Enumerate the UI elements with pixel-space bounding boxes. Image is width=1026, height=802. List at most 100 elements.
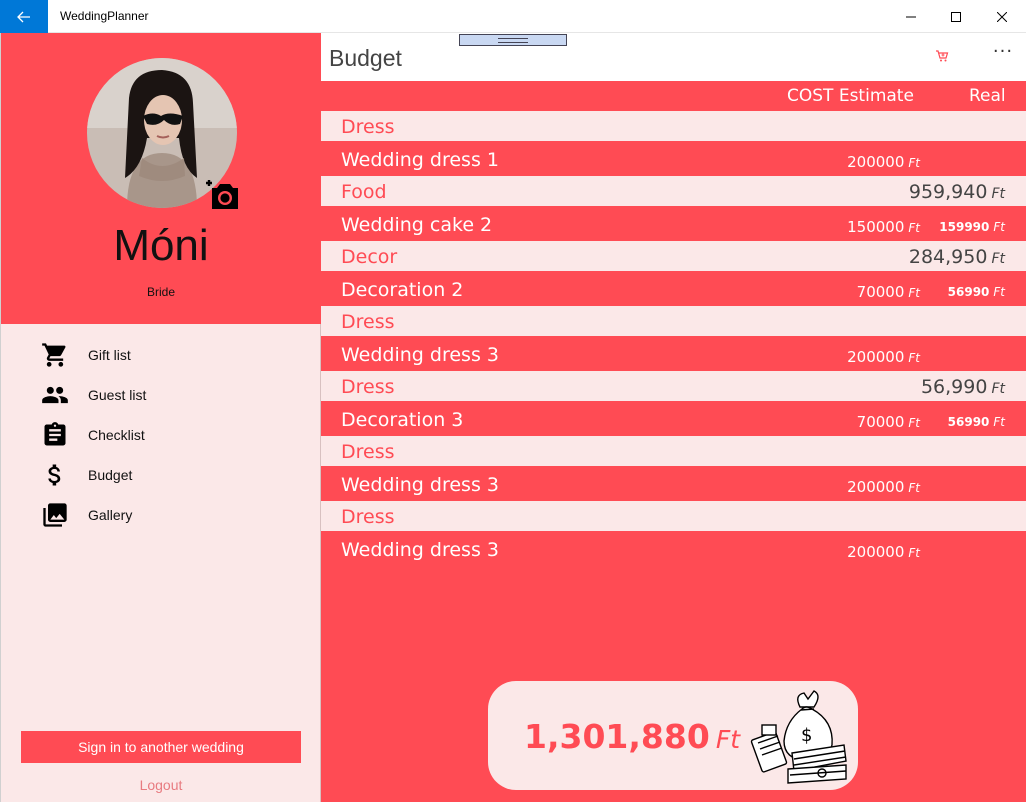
currency-label: Ft	[908, 286, 920, 300]
people-icon	[42, 386, 68, 404]
cost-estimate-value: 200000	[847, 478, 905, 496]
currency-label: Ft	[908, 546, 920, 560]
budget-item-row[interactable]: Wedding dress 3 200000 Ft	[321, 466, 1026, 501]
category-name: Dress	[341, 506, 395, 528]
nav-menu: Gift list Guest list Checklist Budget Ga…	[1, 335, 321, 535]
drag-handle[interactable]	[459, 34, 567, 46]
total-value: 1,301,880	[524, 717, 710, 756]
item-name: Wedding dress 1	[341, 149, 499, 171]
nav-item-gift-list[interactable]: Gift list	[1, 335, 321, 375]
real-cost: 56990 Ft	[948, 285, 1005, 299]
category-total-value: 959,940	[908, 181, 988, 203]
total-summary-card: 1,301,880 Ft $	[488, 681, 858, 790]
currency-label: Ft	[908, 481, 920, 495]
nav-item-checklist[interactable]: Checklist	[1, 415, 321, 455]
category-total-value: 284,950	[908, 246, 988, 268]
budget-item-row[interactable]: Wedding dress 3 200000 Ft	[321, 531, 1026, 566]
real-cost-value: 56990	[947, 415, 990, 429]
nav-item-gallery[interactable]: Gallery	[1, 495, 321, 535]
item-name: Wedding dress 3	[341, 474, 499, 496]
cost-estimate: 70000 Ft	[857, 413, 920, 431]
category-name: Food	[341, 181, 387, 203]
category-name: Decor	[341, 246, 398, 268]
currency-label: Ft	[908, 416, 920, 430]
budget-item-row[interactable]: Decoration 2 70000 Ft 56990 Ft	[321, 271, 1026, 306]
minimize-button[interactable]	[888, 0, 934, 33]
nav-item-guest-list[interactable]: Guest list	[1, 375, 321, 415]
nav-label-gift-list: Gift list	[88, 347, 131, 363]
cost-estimate: 200000 Ft	[847, 543, 920, 561]
cart-icon	[42, 343, 66, 367]
budget-item-row[interactable]: Wedding cake 2 150000 Ft 159990 Ft	[321, 206, 1026, 241]
logout-link[interactable]: Logout	[1, 777, 321, 793]
real-cost: 56990 Ft	[948, 415, 1005, 429]
close-button[interactable]	[979, 0, 1025, 33]
cost-estimate: 150000 Ft	[847, 218, 920, 236]
item-name: Decoration 2	[341, 279, 464, 301]
cost-estimate-value: 70000	[856, 283, 905, 301]
cost-estimate-value: 200000	[847, 153, 905, 171]
budget-item-row[interactable]: Decoration 3 70000 Ft 56990 Ft	[321, 401, 1026, 436]
budget-item-row[interactable]: Wedding dress 1 200000 Ft	[321, 141, 1026, 176]
category-row[interactable]: Dress	[321, 501, 1026, 531]
back-arrow-icon	[17, 11, 30, 22]
cost-estimate-value: 200000	[847, 348, 905, 366]
category-total: 959,940 Ft	[909, 181, 1005, 203]
total-amount: 1,301,880 Ft	[524, 717, 740, 756]
real-cost-value: 159990	[939, 220, 990, 234]
gallery-icon	[43, 503, 67, 527]
cost-estimate: 200000 Ft	[847, 478, 920, 496]
maximize-button[interactable]	[933, 0, 979, 33]
dollar-icon	[48, 464, 61, 486]
currency-label: Ft	[993, 285, 1005, 299]
item-name: Decoration 3	[341, 409, 464, 431]
nav-label-checklist: Checklist	[88, 427, 145, 443]
cost-estimate: 200000 Ft	[847, 153, 920, 171]
budget-list: Dress Wedding dress 1 200000 Ft Food 959,940 F…	[321, 111, 1026, 566]
category-row[interactable]: Dress	[321, 436, 1026, 466]
category-row[interactable]: Dress	[321, 111, 1026, 141]
category-row[interactable]: Dress	[321, 306, 1026, 336]
nav-label-guest-list: Guest list	[88, 387, 147, 403]
more-options-button[interactable]: ···	[989, 41, 1017, 65]
category-total: 284,950 Ft	[909, 246, 1005, 268]
maximize-icon	[951, 11, 961, 22]
category-row[interactable]: Dress 56,990 Ft	[321, 371, 1026, 401]
cost-estimate-value: 70000	[856, 413, 905, 431]
currency-label: Ft	[908, 221, 920, 235]
category-row[interactable]: Food 959,940 Ft	[321, 176, 1026, 206]
category-name: Dress	[341, 116, 395, 138]
currency-label: Ft	[908, 351, 920, 365]
app-title: WeddingPlanner	[60, 9, 149, 23]
currency-label: Ft	[993, 415, 1005, 429]
page-header: Budget ···	[321, 33, 1026, 81]
nav-label-gallery: Gallery	[88, 507, 133, 523]
sign-in-another-wedding-button[interactable]: Sign in to another wedding	[21, 731, 301, 763]
clipboard-icon	[44, 422, 66, 446]
minimize-icon	[906, 16, 916, 17]
cost-estimate-value: 200000	[847, 543, 905, 561]
back-button[interactable]	[0, 0, 48, 33]
real-cost: 159990 Ft	[939, 220, 1005, 234]
currency-label: Ft	[991, 381, 1005, 397]
category-name: Dress	[341, 311, 395, 333]
cost-estimate: 70000 Ft	[857, 283, 920, 301]
category-row[interactable]: Decor 284,950 Ft	[321, 241, 1026, 271]
item-name: Wedding dress 3	[341, 344, 499, 366]
budget-item-row[interactable]: Wedding dress 3 200000 Ft	[321, 336, 1026, 371]
page-title: Budget	[329, 45, 402, 71]
category-name: Dress	[341, 376, 395, 398]
item-name: Wedding cake 2	[341, 214, 493, 236]
column-header: COST Estimate Real	[321, 81, 1026, 111]
add-photo-camera-icon[interactable]	[204, 178, 240, 210]
currency-label: Ft	[991, 251, 1005, 267]
cost-estimate: 200000 Ft	[847, 348, 920, 366]
nav-label-budget: Budget	[88, 467, 133, 483]
currency-label: Ft	[991, 186, 1005, 202]
budget-content: Budget ··· COST Estimate Real Dress Weddi…	[321, 33, 1026, 802]
add-to-cart-icon[interactable]	[935, 49, 949, 63]
column-header-cost: COST Estimate	[787, 86, 914, 106]
currency-label: Ft	[993, 220, 1005, 234]
nav-item-budget[interactable]: Budget	[1, 455, 321, 495]
money-bag-icon: $	[750, 690, 847, 784]
